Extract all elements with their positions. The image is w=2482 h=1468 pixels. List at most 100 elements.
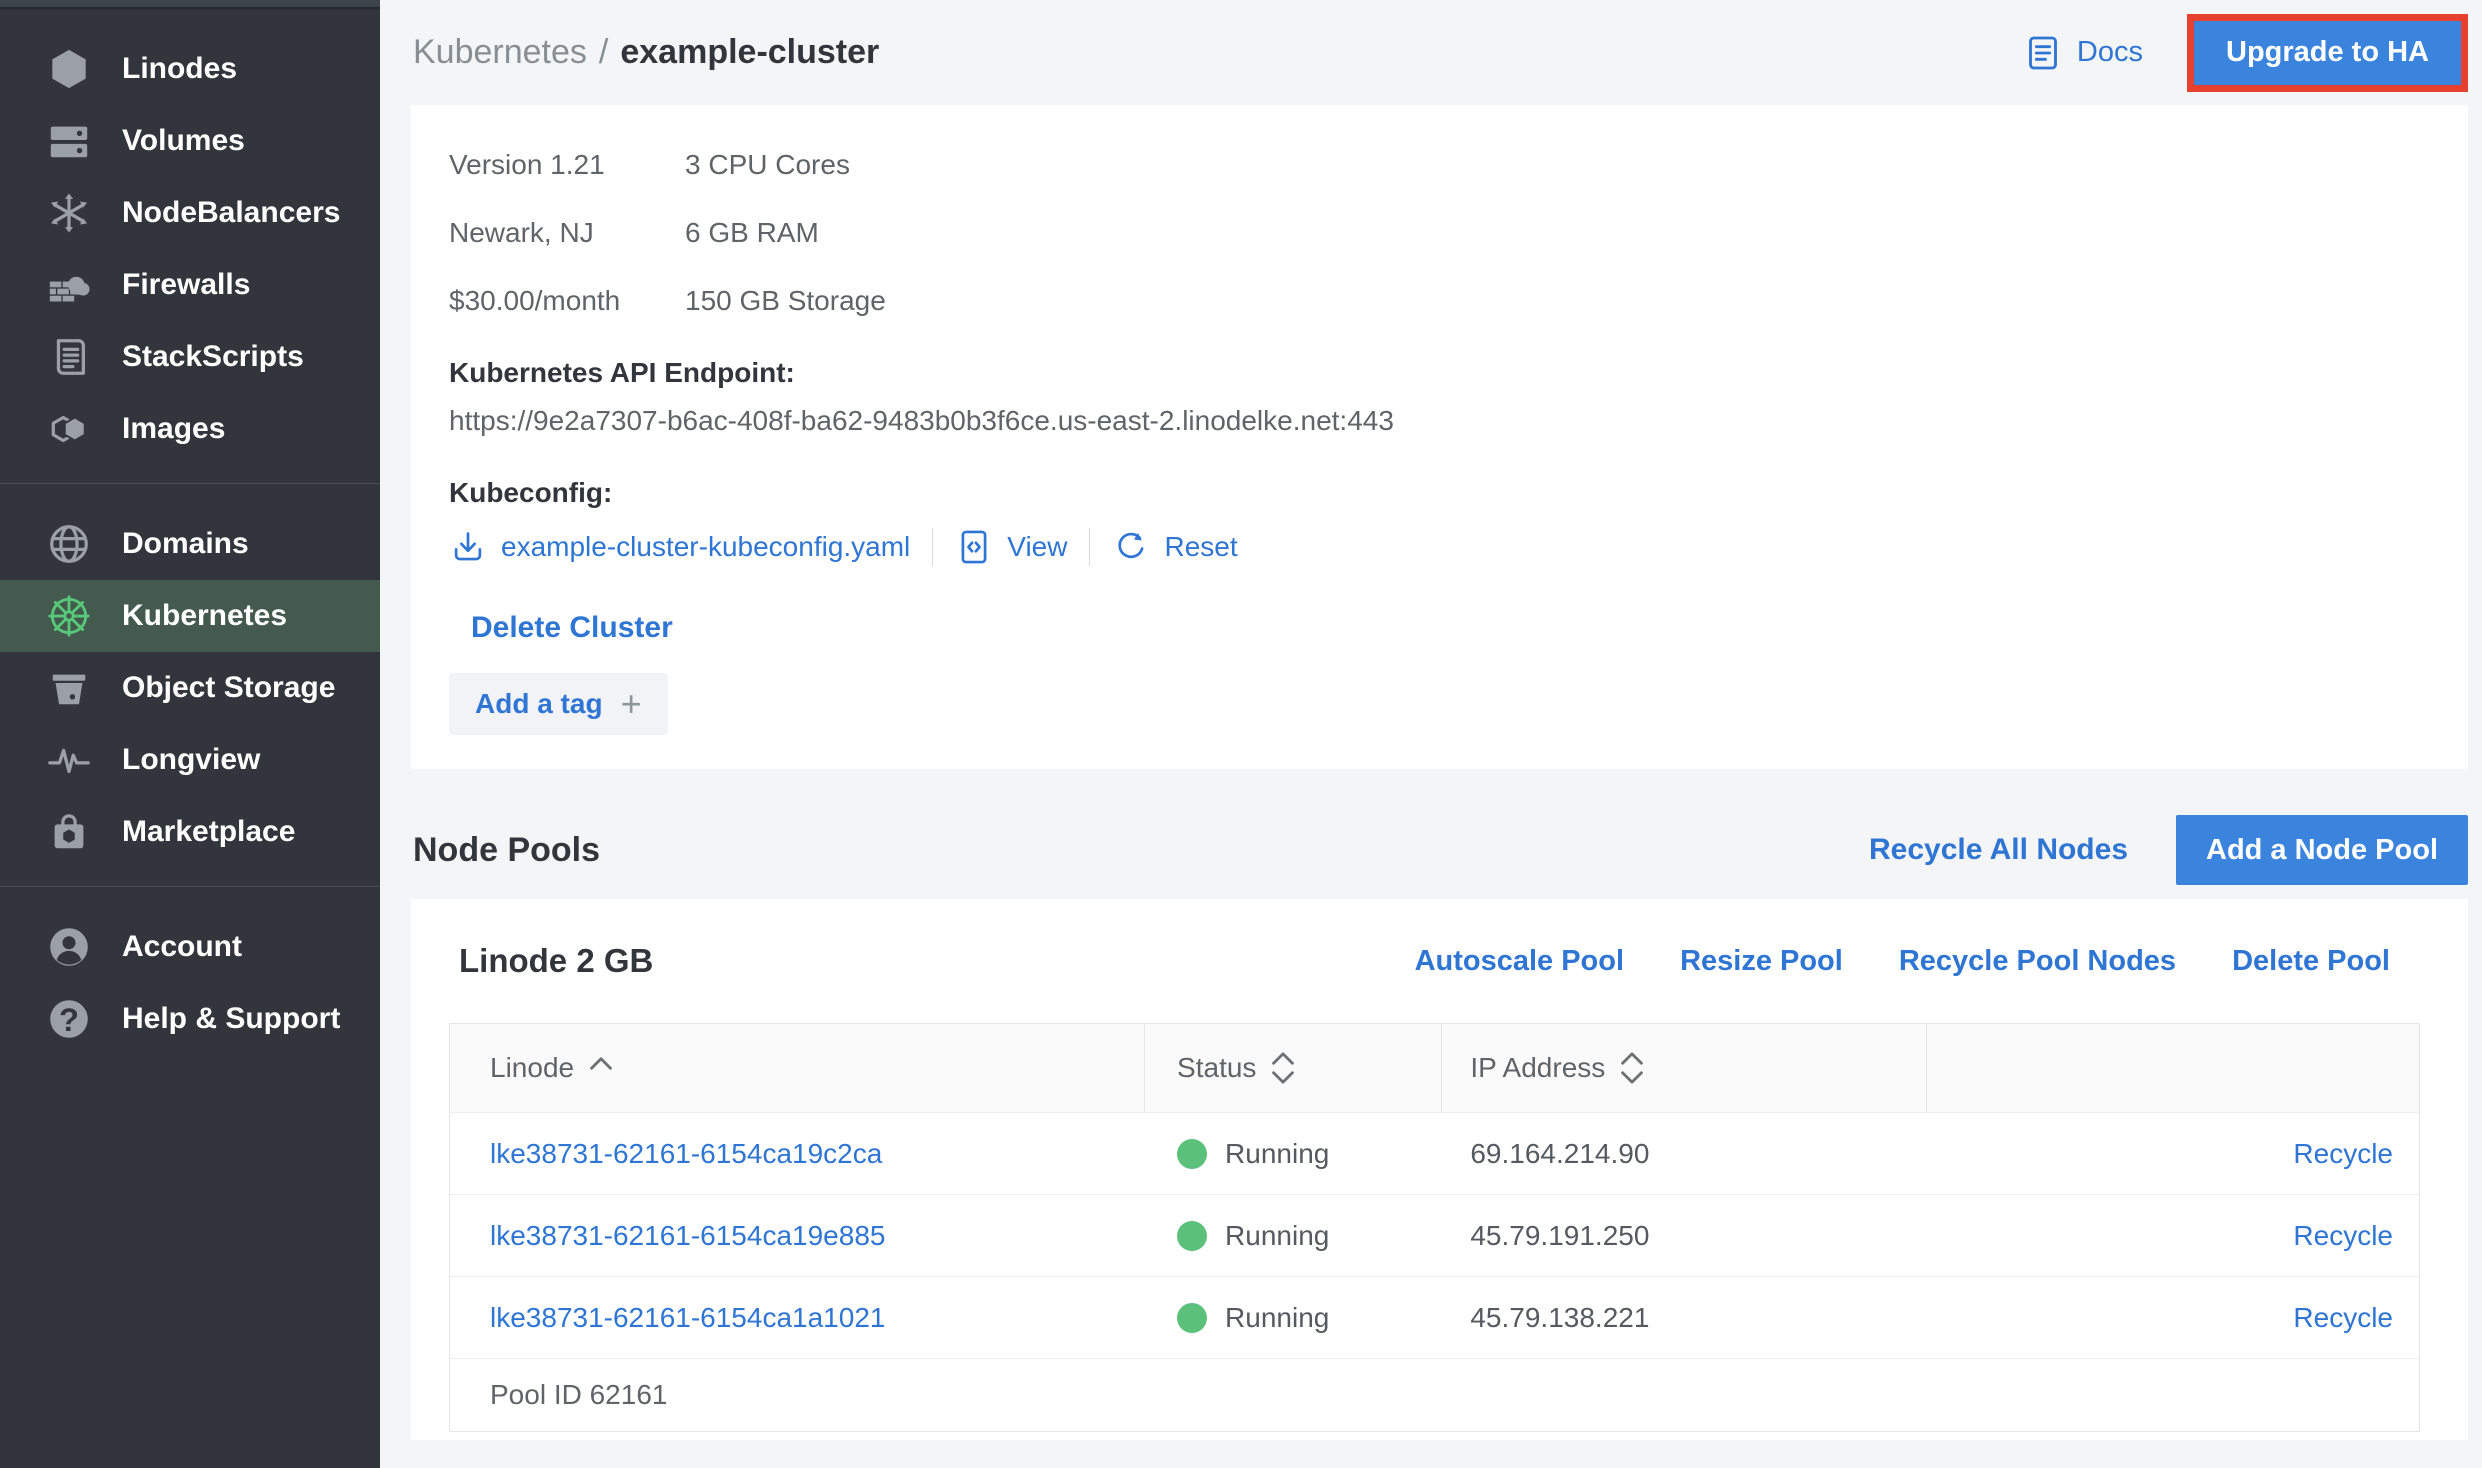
node-action: Recycle [1927,1220,2419,1252]
recycle-all-nodes-link[interactable]: Recycle All Nodes [1869,833,2128,867]
recycle-pool-nodes-link[interactable]: Recycle Pool Nodes [1899,945,2176,978]
domains-icon [46,521,92,567]
kubernetes-icon [46,593,92,639]
sidebar-item-object-storage[interactable]: Object Storage [0,652,380,724]
page-header: Kubernetes / example-cluster Docs Upgrad… [380,0,2482,105]
sidebar-item-label: Help & Support [122,1002,340,1036]
docs-link[interactable]: Docs [2023,33,2143,73]
images-icon [46,406,92,452]
recycle-link[interactable]: Recycle [2293,1220,2393,1252]
column-header-linode[interactable]: Linode [450,1024,1145,1112]
app-window: Linodes Volumes NodeBalancers Firewalls … [0,0,2482,1468]
node-link[interactable]: lke38731-62161-6154ca19c2ca [450,1138,1145,1170]
node-table: Linode Status IP Address lke38731-62161-… [449,1023,2420,1432]
sidebar-item-stackscripts[interactable]: StackScripts [0,321,380,393]
column-label: IP Address [1470,1052,1605,1084]
code-file-icon [955,528,993,566]
cluster-specs: Version 1.21 3 CPU Cores Newark, NJ 6 GB… [449,149,2428,317]
kubeconfig-reset-link[interactable]: Reset [1112,528,1237,566]
status-label: Running [1225,1302,1329,1334]
longview-icon [46,737,92,783]
sidebar-item-images[interactable]: Images [0,393,380,465]
pool-name: Linode 2 GB [459,942,653,980]
table-header: Linode Status IP Address [450,1024,2419,1112]
column-header-status[interactable]: Status [1145,1024,1442,1112]
table-row: lke38731-62161-6154ca19c2ca Running 69.1… [450,1112,2419,1194]
sidebar-item-volumes[interactable]: Volumes [0,105,380,177]
sidebar-group-compute: Linodes Volumes NodeBalancers Firewalls … [0,9,380,483]
page-title: example-cluster [620,33,879,72]
linodes-icon [46,46,92,92]
view-label: View [1007,531,1067,563]
upgrade-to-ha-button[interactable]: Upgrade to HA [2194,21,2461,85]
sidebar-item-label: Linodes [122,52,237,86]
pool-header: Linode 2 GB Autoscale Pool Resize Pool R… [449,899,2420,1023]
reset-label: Reset [1164,531,1237,563]
table-row: lke38731-62161-6154ca1a1021 Running 45.7… [450,1276,2419,1358]
delete-pool-link[interactable]: Delete Pool [2232,945,2390,978]
node-ip: 69.164.214.90 [1442,1138,1926,1170]
sidebar-item-firewalls[interactable]: Firewalls [0,249,380,321]
breadcrumb-section-link[interactable]: Kubernetes [413,33,587,72]
node-pool-card: Linode 2 GB Autoscale Pool Resize Pool R… [411,899,2468,1440]
node-ip: 45.79.138.221 [1442,1302,1926,1334]
kubeconfig-download-link[interactable]: example-cluster-kubeconfig.yaml [449,528,910,566]
cluster-ram: 6 GB RAM [685,217,886,249]
sidebar-item-longview[interactable]: Longview [0,724,380,796]
sidebar-item-label: Images [122,412,225,446]
sidebar-item-help-support[interactable]: ? Help & Support [0,983,380,1055]
column-header-ip-address[interactable]: IP Address [1442,1024,1926,1112]
sidebar-item-linodes[interactable]: Linodes [0,33,380,105]
resize-pool-link[interactable]: Resize Pool [1680,945,1843,978]
sidebar-item-account[interactable]: Account [0,911,380,983]
sidebar-item-label: Kubernetes [122,599,287,633]
status-dot-running [1177,1221,1207,1251]
breadcrumb-separator: / [599,33,608,72]
sidebar-item-label: Longview [122,743,260,777]
volumes-icon [46,118,92,164]
stackscripts-icon [46,334,92,380]
api-endpoint-label: Kubernetes API Endpoint: [449,357,2428,389]
cluster-price: $30.00/month [449,285,685,317]
main-content: Kubernetes / example-cluster Docs Upgrad… [380,0,2482,1468]
sidebar-item-nodebalancers[interactable]: NodeBalancers [0,177,380,249]
add-node-pool-button[interactable]: Add a Node Pool [2176,815,2468,885]
sort-asc-icon [590,1057,612,1070]
sidebar-item-label: Domains [122,527,249,561]
recycle-link[interactable]: Recycle [2293,1138,2393,1170]
column-label: Linode [490,1052,574,1084]
sidebar-item-domains[interactable]: Domains [0,508,380,580]
add-tag-button[interactable]: Add a tag + [449,673,668,735]
sidebar-item-marketplace[interactable]: Marketplace [0,796,380,868]
sidebar-item-kubernetes[interactable]: Kubernetes [0,580,380,652]
node-link[interactable]: lke38731-62161-6154ca19e885 [450,1220,1145,1252]
pool-id-footer: Pool ID 62161 [450,1358,2419,1431]
cluster-region: Newark, NJ [449,217,685,249]
kubeconfig-view-link[interactable]: View [955,528,1067,566]
node-pools-title: Node Pools [413,831,600,870]
node-action: Recycle [1927,1138,2419,1170]
docs-label: Docs [2077,36,2143,69]
node-link[interactable]: lke38731-62161-6154ca1a1021 [450,1302,1145,1334]
sort-both-icon [1621,1052,1643,1084]
firewalls-icon [46,262,92,308]
help-icon: ? [46,996,92,1042]
node-action: Recycle [1927,1302,2419,1334]
status-label: Running [1225,1138,1329,1170]
divider [1089,528,1090,566]
cluster-storage: 150 GB Storage [685,285,886,317]
node-pools-header: Node Pools Recycle All Nodes Add a Node … [380,815,2482,885]
cluster-version: Version 1.21 [449,149,685,181]
sidebar-item-label: Firewalls [122,268,250,302]
node-status: Running [1145,1138,1442,1170]
autoscale-pool-link[interactable]: Autoscale Pool [1415,945,1625,978]
cluster-cpu: 3 CPU Cores [685,149,886,181]
header-actions: Docs Upgrade to HA [2023,14,2468,92]
marketplace-icon [46,809,92,855]
add-tag-label: Add a tag [475,688,603,720]
breadcrumb: Kubernetes / example-cluster [413,33,879,72]
api-endpoint-url: https://9e2a7307-b6ac-408f-ba62-9483b0b3… [449,405,2428,437]
pool-actions: Autoscale Pool Resize Pool Recycle Pool … [1415,945,2390,978]
recycle-link[interactable]: Recycle [2293,1302,2393,1334]
delete-cluster-link[interactable]: Delete Cluster [471,611,673,645]
